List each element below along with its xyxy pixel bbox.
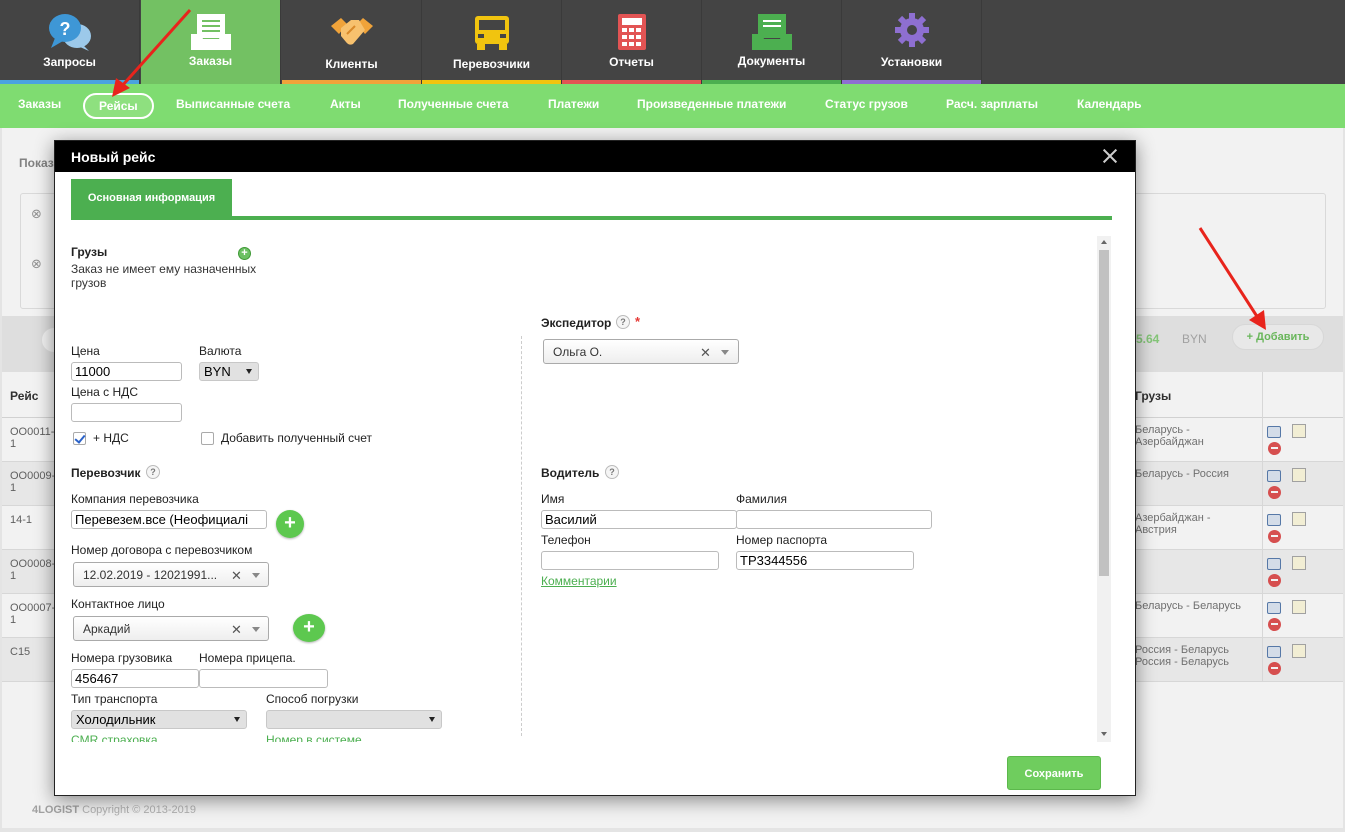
arrow-to-add-button-icon [1198,227,1266,330]
annotation-arrows [112,8,1266,330]
arrow-to-trips-tab-icon [112,8,192,97]
